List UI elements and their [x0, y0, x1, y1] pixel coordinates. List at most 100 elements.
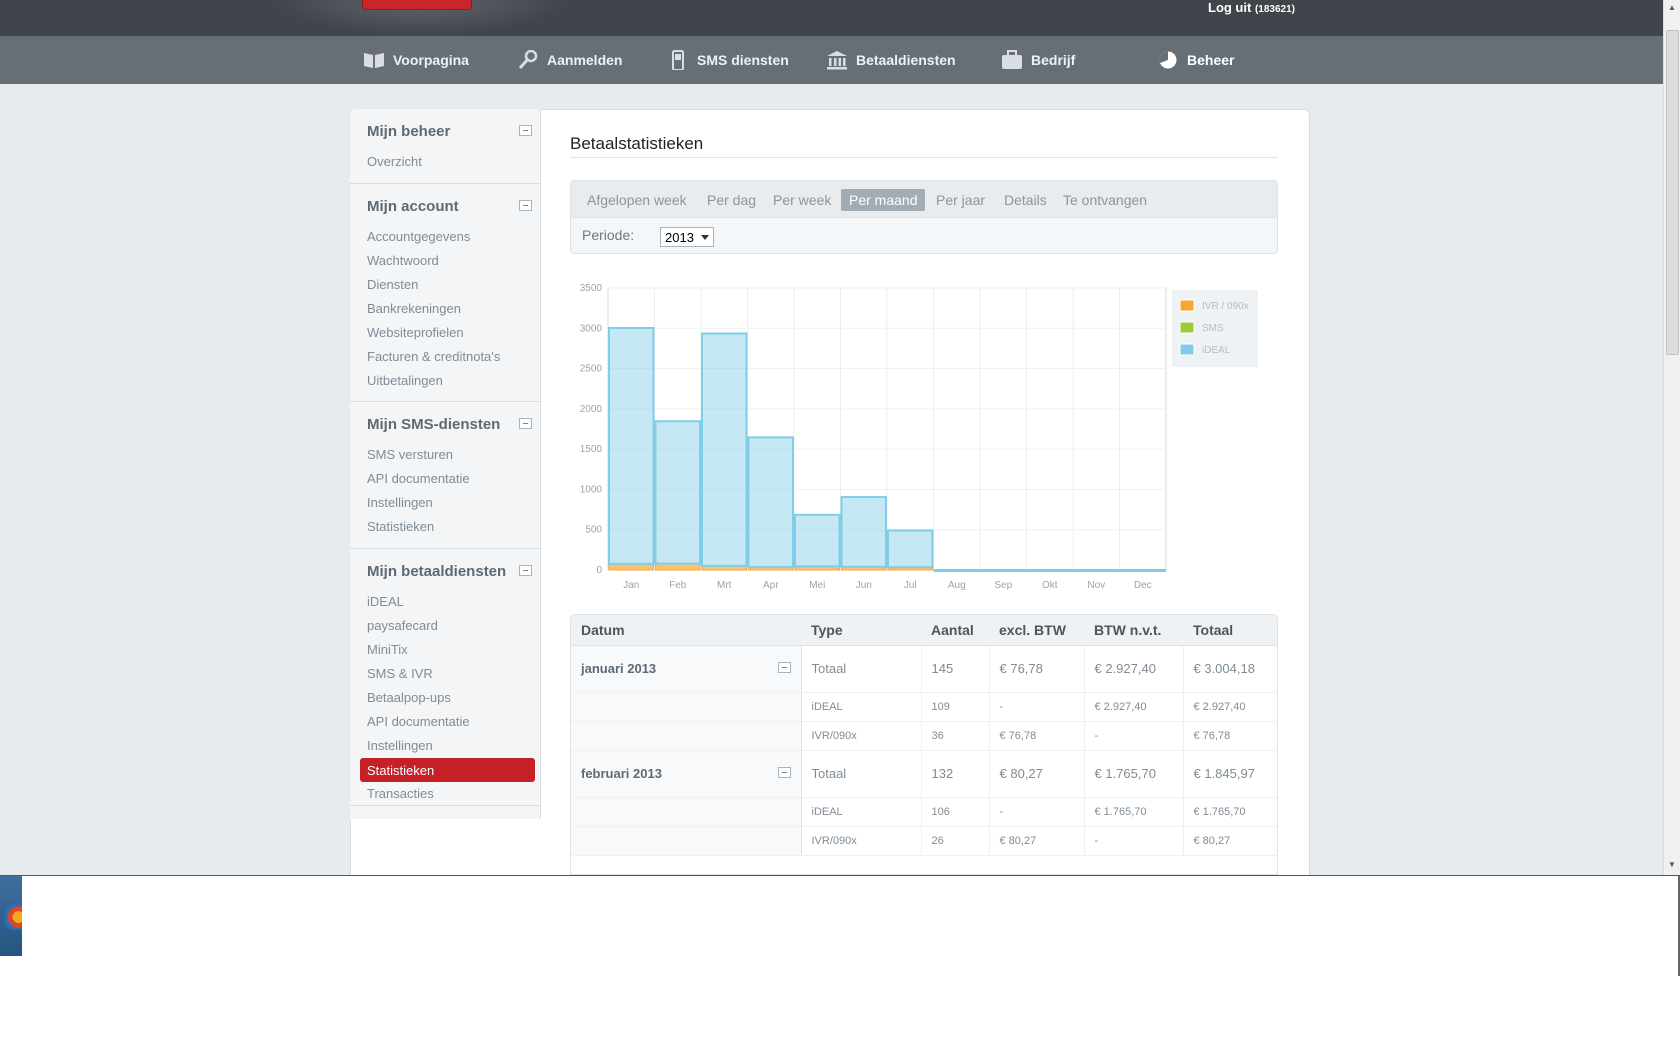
legend-swatch[interactable] [1179, 343, 1195, 356]
collapse-icon[interactable] [519, 418, 532, 429]
month-cell [571, 797, 802, 827]
section-title: Mijn beheer [367, 123, 451, 140]
x-tick-label: Dec [1134, 580, 1152, 591]
tab-per-dag[interactable]: Per dag [699, 189, 764, 211]
logout-link[interactable]: Log uit (183621) [1208, 0, 1295, 15]
scroll-thumb[interactable] [1666, 30, 1679, 355]
column-header: BTW n.v.t. [1084, 615, 1183, 646]
logo[interactable] [362, 0, 472, 10]
table-row: IVR/090x 26 € 80,27 - € 80,27 [571, 826, 1277, 856]
chart-y-ticks: 0 500 1000 1500 2000 2500 3000 3500 [580, 283, 603, 576]
sidebar-link-transacties[interactable]: Transacties [367, 786, 434, 801]
sidebar-link-websiteprofielen[interactable]: Websiteprofielen [367, 325, 464, 340]
bar-ideal-aug[interactable] [933, 569, 980, 572]
nav-item-betaaldiensten[interactable]: Betaaldiensten [826, 50, 956, 70]
tab-per-jaar[interactable]: Per jaar [928, 189, 993, 211]
cell-btw-nvt: € 2.927,40 [1083, 645, 1183, 693]
vertical-scrollbar[interactable]: ▲ ▼ [1663, 0, 1680, 875]
scroll-up-icon[interactable]: ▲ [1668, 3, 1676, 12]
bar-ideal-jul[interactable] [887, 529, 934, 569]
title-divider [570, 157, 1278, 158]
sidebar-link-statistieken-active[interactable]: Statistieken [360, 758, 535, 782]
y-tick-label: 2000 [580, 404, 603, 415]
sidebar-link-facturen[interactable]: Facturen & creditnota's [367, 349, 500, 364]
nav-item-beheer[interactable]: Beheer [1157, 50, 1234, 70]
collapse-icon[interactable] [777, 766, 791, 778]
bank-icon [827, 51, 847, 70]
sidebar-link-uitbetalingen[interactable]: Uitbetalingen [367, 373, 443, 388]
bar-ideal-mrt[interactable] [701, 332, 748, 567]
x-tick-label: Jul [904, 580, 917, 591]
logout-label[interactable]: Log uit [1208, 0, 1251, 15]
nav-item-voorpagina[interactable]: Voorpagina [363, 50, 469, 70]
sidebar-link-ideal[interactable]: iDEAL [367, 594, 404, 609]
cell-excl-btw: - [988, 797, 1084, 827]
sidebar-link-statistieken[interactable]: Statistieken [367, 519, 434, 534]
sidebar-link-diensten[interactable]: Diensten [367, 277, 418, 292]
chart-x-ticks: Jan Feb Mrt Apr Mei Jun Jul Aug Sep Okt Nov Dec [623, 580, 1151, 591]
legend-swatch[interactable] [1179, 299, 1195, 312]
sidebar-link-betaalpop-ups[interactable]: Betaalpop-ups [367, 690, 451, 705]
sidebar-link-paysafecard[interactable]: paysafecard [367, 618, 438, 633]
nav-item-aanmelden[interactable]: Aanmelden [517, 50, 622, 70]
year-select[interactable]: 2013 [660, 227, 714, 247]
tab-per-maand[interactable]: Per maand [841, 189, 926, 211]
table-row: januari 2013 Totaal 145 € 76,78 € 2.927,… [571, 645, 1277, 693]
cell-type: Totaal [800, 750, 921, 798]
legend-swatch[interactable] [1179, 321, 1195, 334]
legend-label[interactable]: IVR / 090x [1202, 301, 1249, 312]
section-title: Mijn SMS-diensten [367, 416, 501, 433]
cell-btw-nvt: € 2.927,40 [1083, 692, 1183, 722]
briefcase-icon [1002, 50, 1022, 69]
bar-ideal-dec[interactable] [1119, 569, 1166, 572]
tab-afgelopen-week[interactable]: Afgelopen week [579, 189, 695, 211]
collapse-icon[interactable] [519, 200, 532, 211]
nav-item-bedrijf[interactable]: Bedrijf [1001, 50, 1075, 70]
sidebar-link-api-documentatie[interactable]: API documentatie [367, 714, 470, 729]
filter-box: Afgelopen week Per dag Per week Per maan… [570, 180, 1278, 254]
collapse-icon[interactable] [519, 565, 532, 576]
bar-ideal-mei[interactable] [794, 513, 841, 568]
bar-ideal-sep[interactable] [980, 569, 1027, 572]
bar-ideal-nov[interactable] [1073, 569, 1120, 572]
table-row: iDEAL 109 - € 2.927,40 € 2.927,40 [571, 692, 1277, 722]
tab-per-week[interactable]: Per week [765, 189, 839, 211]
table-row: iDEAL 106 - € 1.765,70 € 1.765,70 [571, 797, 1277, 827]
bar-ideal-okt[interactable] [1026, 569, 1073, 572]
table-header-row: Datum Type Aantal excl. BTW BTW n.v.t. T… [571, 615, 1277, 646]
sidebar-link-overzicht[interactable]: Overzicht [367, 154, 422, 169]
cell-totaal: € 76,78 [1182, 721, 1277, 751]
nav-item-sms-diensten[interactable]: SMS diensten [667, 50, 789, 70]
nav-label: Bedrijf [1031, 52, 1076, 68]
bar-ideal-feb[interactable] [654, 420, 701, 565]
sidebar-link-instellingen[interactable]: Instellingen [367, 738, 433, 753]
start-orb-icon[interactable] [4, 904, 22, 930]
column-header: Aantal [921, 615, 989, 646]
sidebar-link-api-documentatie[interactable]: API documentatie [367, 471, 470, 486]
top-bar: Log uit (183621) [0, 0, 1663, 36]
month-cell [571, 826, 802, 856]
sidebar-link-minitix[interactable]: MiniTix [367, 642, 408, 657]
tab-details[interactable]: Details [996, 189, 1055, 211]
sidebar-link-accountgegevens[interactable]: Accountgegevens [367, 229, 470, 244]
bar-ideal-apr[interactable] [747, 436, 794, 569]
bar-ideal-jun[interactable] [840, 496, 887, 568]
bar-ideal-jan[interactable] [608, 326, 655, 565]
sidebar-link-wachtwoord[interactable]: Wachtwoord [367, 253, 439, 268]
scroll-down-icon[interactable]: ▼ [1668, 860, 1676, 869]
column-header: excl. BTW [989, 615, 1084, 646]
sidebar-link-bankrekeningen[interactable]: Bankrekeningen [367, 301, 461, 316]
sidebar-link-sms-ivr[interactable]: SMS & IVR [367, 666, 433, 681]
cell-type: IVR/090x [800, 826, 921, 856]
cell-btw-nvt: € 1.765,70 [1083, 797, 1183, 827]
x-tick-label: Jan [623, 580, 639, 591]
legend-label[interactable]: SMS [1202, 323, 1224, 334]
page-title: Betaalstatistieken [570, 134, 704, 153]
collapse-icon[interactable] [519, 125, 532, 136]
sidebar-link-instellingen[interactable]: Instellingen [367, 495, 433, 510]
collapse-icon[interactable] [777, 661, 791, 673]
sidebar-link-sms-versturen[interactable]: SMS versturen [367, 447, 453, 462]
legend-label[interactable]: iDEAL [1202, 345, 1231, 356]
tab-te-ontvangen[interactable]: Te ontvangen [1055, 189, 1155, 211]
y-tick-label: 2500 [580, 364, 603, 375]
